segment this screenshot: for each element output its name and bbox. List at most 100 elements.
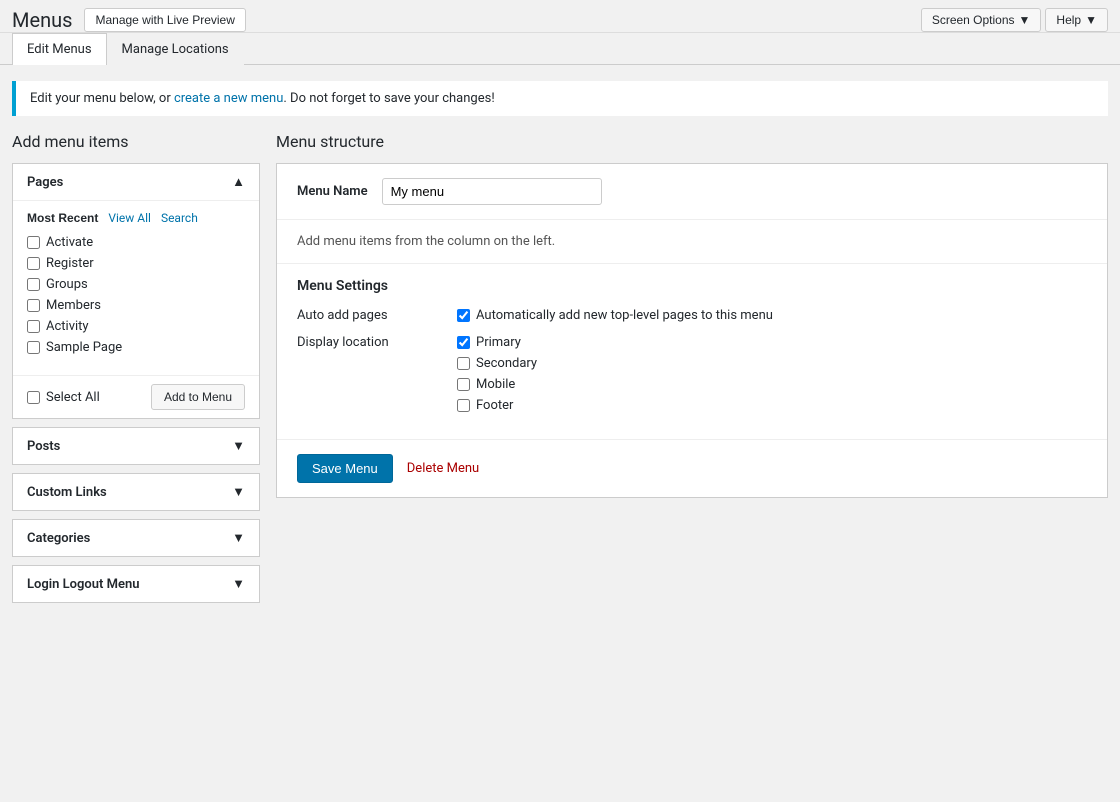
menu-name-row: Menu Name	[277, 164, 1107, 220]
menu-name-label: Menu Name	[297, 184, 368, 199]
location-footer[interactable]: Footer	[457, 398, 1087, 413]
primary-checkbox[interactable]	[457, 336, 470, 349]
activity-checkbox[interactable]	[27, 320, 40, 333]
menu-structure-title: Menu structure	[276, 132, 1108, 151]
sample-page-checkbox[interactable]	[27, 341, 40, 354]
help-button[interactable]: Help ▼	[1045, 8, 1108, 32]
list-item[interactable]: Activity	[27, 319, 245, 334]
top-right: Screen Options ▼ Help ▼	[921, 8, 1108, 32]
menu-actions: Save Menu Delete Menu	[277, 440, 1107, 497]
auto-add-pages-row: Auto add pages Automatically add new top…	[297, 308, 1087, 323]
add-menu-items-title: Add menu items	[12, 132, 260, 151]
tab-manage-locations[interactable]: Manage Locations	[107, 33, 244, 65]
sample-page-label: Sample Page	[46, 340, 122, 355]
page-title: Menus	[12, 8, 72, 32]
chevron-down-icon: ▼	[232, 438, 245, 454]
sub-tab-view-all[interactable]: View All	[108, 211, 151, 225]
posts-accordion-header[interactable]: Posts ▼	[13, 428, 259, 464]
members-label: Members	[46, 298, 101, 313]
pages-accordion-footer: Select All Add to Menu	[13, 375, 259, 418]
pages-accordion-header[interactable]: Pages ▲	[13, 164, 259, 200]
custom-links-label: Custom Links	[27, 485, 107, 500]
menu-settings-title: Menu Settings	[297, 278, 1087, 294]
categories-accordion-header[interactable]: Categories ▼	[13, 520, 259, 556]
auto-add-pages-check[interactable]: Automatically add new top-level pages to…	[457, 308, 1087, 323]
activity-label: Activity	[46, 319, 89, 334]
left-panel: Add menu items Pages ▲ Most Recent View …	[12, 132, 260, 611]
menu-settings: Menu Settings Auto add pages Automatical…	[277, 264, 1107, 440]
display-location-row: Display location Primary Secondary Mo	[297, 335, 1087, 413]
pages-checkbox-list: Activate Register Groups Members	[27, 235, 245, 355]
location-primary[interactable]: Primary	[457, 335, 1087, 350]
screen-options-label: Screen Options	[932, 13, 1015, 27]
chevron-up-icon: ▲	[232, 174, 245, 190]
save-menu-button[interactable]: Save Menu	[297, 454, 393, 483]
menu-hint: Add menu items from the column on the le…	[277, 220, 1107, 264]
mobile-label: Mobile	[476, 377, 515, 392]
main-content: Add menu items Pages ▲ Most Recent View …	[0, 116, 1120, 627]
right-panel: Menu structure Menu Name Add menu items …	[276, 132, 1108, 611]
auto-add-pages-control: Automatically add new top-level pages to…	[457, 308, 1087, 323]
primary-label: Primary	[476, 335, 521, 350]
login-logout-accordion: Login Logout Menu ▼	[12, 565, 260, 603]
groups-label: Groups	[46, 277, 88, 292]
posts-label: Posts	[27, 439, 60, 454]
pages-accordion-body: Most Recent View All Search Activate Reg…	[13, 200, 259, 375]
menu-structure-box: Menu Name Add menu items from the column…	[276, 163, 1108, 498]
help-label: Help	[1056, 13, 1081, 27]
pages-accordion: Pages ▲ Most Recent View All Search Acti…	[12, 163, 260, 419]
chevron-down-icon: ▼	[1085, 13, 1097, 27]
tab-bar: Edit Menus Manage Locations	[0, 33, 1120, 65]
sub-tab-most-recent[interactable]: Most Recent	[27, 211, 98, 225]
top-left: Menus Manage with Live Preview	[12, 8, 246, 32]
custom-links-accordion: Custom Links ▼	[12, 473, 260, 511]
activate-label: Activate	[46, 235, 93, 250]
add-to-menu-button[interactable]: Add to Menu	[151, 384, 245, 410]
chevron-down-icon: ▼	[232, 530, 245, 546]
list-item[interactable]: Activate	[27, 235, 245, 250]
notice-bar: Edit your menu below, or create a new me…	[12, 81, 1108, 116]
list-item[interactable]: Register	[27, 256, 245, 271]
mobile-checkbox[interactable]	[457, 378, 470, 391]
pages-label: Pages	[27, 175, 63, 190]
chevron-down-icon: ▼	[232, 576, 245, 592]
pages-sub-tabs: Most Recent View All Search	[27, 211, 245, 225]
chevron-down-icon: ▼	[1019, 13, 1031, 27]
chevron-down-icon: ▼	[232, 484, 245, 500]
display-location-label: Display location	[297, 335, 457, 413]
auto-add-pages-checkbox[interactable]	[457, 309, 470, 322]
manage-live-preview-button[interactable]: Manage with Live Preview	[84, 8, 245, 32]
categories-accordion: Categories ▼	[12, 519, 260, 557]
auto-add-pages-text: Automatically add new top-level pages to…	[476, 308, 773, 323]
select-all-label[interactable]: Select All	[27, 390, 100, 405]
footer-checkbox[interactable]	[457, 399, 470, 412]
location-mobile[interactable]: Mobile	[457, 377, 1087, 392]
location-secondary[interactable]: Secondary	[457, 356, 1087, 371]
secondary-checkbox[interactable]	[457, 357, 470, 370]
list-item[interactable]: Groups	[27, 277, 245, 292]
login-logout-label: Login Logout Menu	[27, 577, 140, 592]
posts-accordion: Posts ▼	[12, 427, 260, 465]
delete-menu-link[interactable]: Delete Menu	[407, 461, 479, 476]
groups-checkbox[interactable]	[27, 278, 40, 291]
select-all-checkbox[interactable]	[27, 391, 40, 404]
secondary-label: Secondary	[476, 356, 537, 371]
custom-links-accordion-header[interactable]: Custom Links ▼	[13, 474, 259, 510]
members-checkbox[interactable]	[27, 299, 40, 312]
sub-tab-search[interactable]: Search	[161, 211, 198, 225]
menu-name-input[interactable]	[382, 178, 602, 205]
categories-label: Categories	[27, 531, 90, 546]
list-item[interactable]: Sample Page	[27, 340, 245, 355]
top-bar: Menus Manage with Live Preview Screen Op…	[0, 0, 1120, 33]
register-checkbox[interactable]	[27, 257, 40, 270]
create-new-menu-link[interactable]: create a new menu	[174, 91, 283, 106]
login-logout-accordion-header[interactable]: Login Logout Menu ▼	[13, 566, 259, 602]
tab-edit-menus[interactable]: Edit Menus	[12, 33, 107, 65]
register-label: Register	[46, 256, 94, 271]
notice-text-before: Edit your menu below, or	[30, 91, 174, 106]
footer-label: Footer	[476, 398, 513, 413]
list-item[interactable]: Members	[27, 298, 245, 313]
display-location-control: Primary Secondary Mobile Footer	[457, 335, 1087, 413]
screen-options-button[interactable]: Screen Options ▼	[921, 8, 1042, 32]
activate-checkbox[interactable]	[27, 236, 40, 249]
